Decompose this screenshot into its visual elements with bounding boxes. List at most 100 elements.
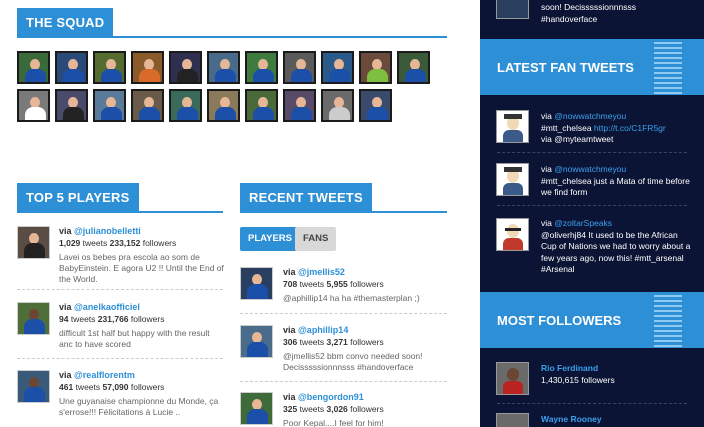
squad-player-thumb[interactable] [207,89,240,122]
player-avatar[interactable] [17,370,50,403]
squad-player-thumb[interactable] [93,89,126,122]
tweet-avatar[interactable] [240,325,273,358]
tweets-label: tweets [70,314,96,324]
fan-tweet-item: via @nowwatchmeyou #mtt_chelsea http://t… [541,111,691,146]
squad-player-thumb[interactable] [55,89,88,122]
fan-handle[interactable]: @zoltarSpeaks [554,218,612,228]
tweet-count: 1,029 [59,238,81,248]
header-stripes-decoration [654,39,682,95]
follower-item: Wayne Rooney [541,414,691,426]
fan-tweet-item: via @nowwatchmeyou #mtt_chelsea just a M… [541,164,691,199]
squad-player-thumb[interactable] [55,51,88,84]
via-label: via [283,392,296,402]
top-players-header-rule [17,211,223,213]
fan-avatar[interactable] [496,163,529,196]
follower-name[interactable]: Wayne Rooney [541,414,691,426]
tweet-text: Poor Kepal....I feel for him! [283,418,384,427]
via-label: via [541,164,552,174]
via-label: via [59,370,72,380]
fan-tweet-item: via @zoltarSpeaks @oliverhj84 It used to… [541,218,691,276]
followers-label: followers [130,382,165,392]
latest-fan-tweets-title: LATEST FAN TWEETS [497,59,634,75]
squad-player-thumb[interactable] [17,51,50,84]
tweet-text-line: #handoverface [541,13,598,24]
followers-label: followers [142,238,177,248]
follower-avatar[interactable] [496,362,529,395]
squad-player-thumb[interactable] [169,51,202,84]
tweet-handle[interactable]: @aphillip14 [298,325,348,335]
squad-player-thumb[interactable] [397,51,430,84]
via-label: via [59,226,72,236]
tweet-text: difficult 1st half but happy with the re… [59,328,210,349]
follower-count: 233,152 [109,238,141,248]
tweet-count: 94 [59,314,69,324]
player-handle[interactable]: @julianobelletti [74,226,141,236]
squad-player-thumb[interactable] [169,89,202,122]
tweets-label: tweets [299,404,325,414]
tweet-avatar[interactable] [496,0,529,19]
player-handle[interactable]: @realflorentm [74,370,135,380]
tweet-count: 708 [283,279,298,289]
squad-player-thumb[interactable] [321,89,354,122]
divider [497,152,687,153]
fan-avatar[interactable] [496,110,529,143]
page: THE SQUAD TOP 5 PLAYERS via @julianobell… [0,0,704,427]
fan-handle[interactable]: @nowwatchmeyou [554,111,626,121]
squad-player-thumb[interactable] [245,51,278,84]
squad-player-thumb[interactable] [321,51,354,84]
recent-tweet-item: via @jmellis52 708 tweets 5,955 follower… [283,267,448,304]
squad-player-thumb[interactable] [207,51,240,84]
follower-count: 3,271 [326,337,348,347]
follower-count: 231,766 [97,314,129,324]
recent-tweet-item: via @bengordon91 325 tweets 3,026 follow… [283,392,448,427]
recent-tweet-item: via @aphillip14 306 tweets 3,271 followe… [283,325,448,373]
divider [497,403,687,404]
follower-count: 1,430,615 [541,374,579,385]
fan-avatar[interactable] [496,218,529,251]
squad-player-thumb[interactable] [283,51,316,84]
follower-avatar[interactable] [496,413,529,427]
squad-player-thumb[interactable] [17,89,50,122]
top-player-item: via @realflorentm 461 tweets 57,090 foll… [59,370,224,418]
top-player-item: via @julianobelletti 1,029 tweets 233,15… [59,226,224,285]
tweet-handle[interactable]: @jmellis52 [298,267,345,277]
player-handle[interactable]: @anelkaofficiel [74,302,140,312]
tab-fans[interactable]: FANS [295,227,337,251]
follower-name[interactable]: Rio Ferdinand [541,363,691,375]
latest-fan-tweets-header: LATEST FAN TWEETS [480,39,704,95]
via-label: via [541,111,552,121]
player-avatar[interactable] [17,302,50,335]
tweet-handle[interactable]: @bengordon91 [298,392,364,402]
squad-player-thumb[interactable] [93,51,126,84]
divider [240,381,447,382]
squad-player-thumb[interactable] [283,89,316,122]
squad-title: THE SQUAD [17,8,114,38]
recent-tweets-header: RECENT TWEETS [240,183,447,213]
tweets-label: tweets [75,382,101,392]
followers-label: followers [350,279,384,289]
tweet-avatar[interactable] [240,392,273,425]
via-label: via [541,218,552,228]
main-column: THE SQUAD TOP 5 PLAYERS via @julianobell… [0,0,480,427]
squad-player-thumb[interactable] [359,51,392,84]
follower-count: 3,026 [326,404,348,414]
tweet-text: via @myteamtweet [541,134,614,144]
tweet-link[interactable]: http://t.co/C1FR5gr [594,123,666,133]
tab-players[interactable]: PLAYERS [240,227,300,251]
followers-label: followers [350,404,384,414]
squad-player-thumb[interactable] [131,89,164,122]
player-avatar[interactable] [17,226,50,259]
tweets-label: tweets [299,279,325,289]
squad-player-thumb[interactable] [359,89,392,122]
squad-player-thumb[interactable] [245,89,278,122]
header-stripes-decoration [654,292,682,348]
fan-handle[interactable]: @nowwatchmeyou [554,164,626,174]
sidebar-tweet-tail: soon! Decisssssionnnsss #handoverface [541,2,691,25]
tweet-avatar[interactable] [240,267,273,300]
follower-item: Rio Ferdinand 1,430,615 followers [541,363,691,386]
squad-player-thumb[interactable] [131,51,164,84]
top-player-item: via @anelkaofficiel 94 tweets 231,766 fo… [59,302,224,350]
squad-header: THE SQUAD [17,8,447,38]
tweet-count: 306 [283,337,298,347]
top-players-header: TOP 5 PLAYERS [17,183,223,213]
